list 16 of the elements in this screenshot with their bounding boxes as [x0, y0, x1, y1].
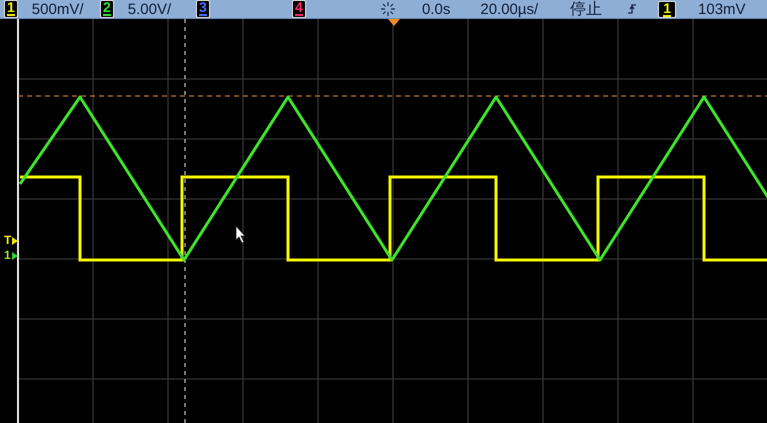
channel-badge[interactable]: 4 — [292, 0, 306, 18]
acquisition-icon[interactable] — [380, 1, 396, 17]
channel-badge[interactable]: 2 — [100, 0, 114, 18]
time-offset: 0.0s — [422, 0, 450, 18]
channel-scale: 500mV/ — [32, 0, 84, 18]
trigger-level: 103mV — [698, 0, 746, 18]
marker-label: 1 — [4, 249, 11, 262]
timebase: 20.00µs/ — [480, 0, 538, 18]
mouse-pointer-icon — [236, 224, 246, 244]
trigger-source-badge[interactable]: 1 — [658, 0, 676, 18]
channel-badge[interactable]: 3 — [196, 0, 210, 18]
marker-label: T — [4, 234, 12, 247]
channel-badge[interactable]: 1 — [4, 0, 18, 18]
channel-scale: 5.00V/ — [128, 0, 172, 18]
rising-edge-icon — [628, 3, 636, 15]
run-state: 停止 — [570, 0, 602, 20]
